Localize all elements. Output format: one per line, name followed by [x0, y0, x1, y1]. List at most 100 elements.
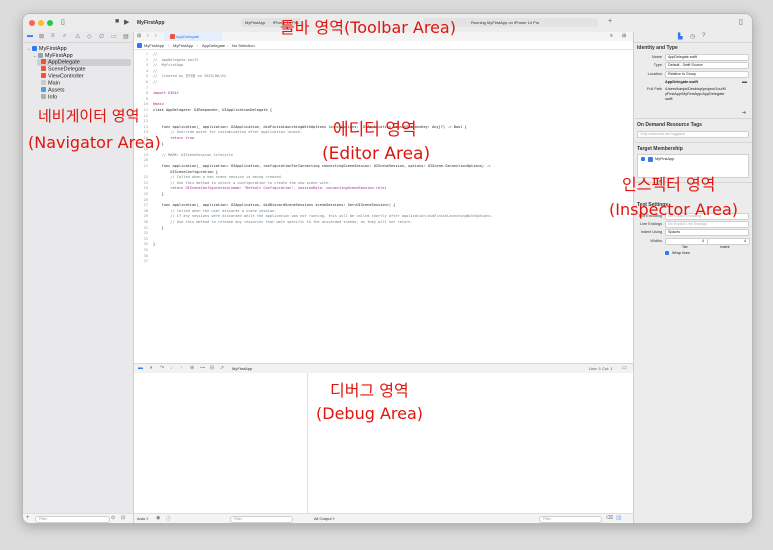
code-line: // MyFirstApp: [153, 63, 184, 68]
indent-width-stepper[interactable]: 4: [707, 238, 750, 245]
zoom-window-button[interactable]: [47, 20, 53, 26]
location-label: Location: [647, 72, 662, 76]
status-text: Running MyFirstApp on iPhone 14 Pro: [471, 20, 540, 25]
nav-item-label: ViewController: [48, 73, 84, 80]
sidebar-toggle-icon[interactable]: ▯: [61, 18, 65, 26]
console-filter-input[interactable]: Filter: [539, 516, 602, 523]
memory-graph-icon[interactable]: ⊶: [200, 365, 205, 371]
line-number: 28: [143, 208, 148, 213]
nav-item-info[interactable]: Info: [41, 94, 57, 101]
file-inspector-icon[interactable]: ▙: [678, 33, 683, 40]
console-output-select[interactable]: All Output ◊: [314, 516, 335, 521]
pause-icon[interactable]: ⏸: [150, 365, 153, 371]
navigator-filter-placeholder: Filter: [39, 517, 47, 521]
navigator-filter-input[interactable]: Filter: [35, 516, 110, 523]
navigator-area: ▬ ⊠ ≡ ⌕ ⚠ ◇ ∅ ▭ ▤ ⌄ MyFirstApp ⌄ MyFirst…: [23, 32, 134, 523]
minimize-window-button[interactable]: [38, 20, 44, 26]
swift-file-icon: [41, 73, 46, 78]
add-icon[interactable]: +: [608, 18, 612, 25]
nav-item-scenedelegate[interactable]: SceneDelegate: [41, 66, 86, 73]
code-editor[interactable]: 1 // 2 // AppDelegate.swift 3 // MyFirstApp 4 /…: [134, 50, 633, 363]
swift-file-icon: [170, 34, 175, 39]
recent-files-icon[interactable]: ⊙: [111, 515, 115, 521]
line-number: 22: [143, 175, 148, 180]
trash-icon[interactable]: ⌫: [606, 515, 613, 521]
report-icon[interactable]: ▤: [123, 33, 129, 40]
variables-filter-input[interactable]: Filter: [230, 516, 293, 523]
line-number: 36: [143, 253, 148, 258]
environment-icon[interactable]: ⊟: [210, 365, 214, 371]
source-control-icon[interactable]: ⊠: [39, 33, 44, 40]
step-in-icon[interactable]: ↓: [170, 365, 173, 371]
line-number: 23: [143, 180, 148, 185]
wrap-lines-checkbox[interactable]: [665, 251, 669, 255]
editor-options-icon[interactable]: ≡: [610, 33, 613, 39]
debug-layout-icon[interactable]: ▭: [622, 365, 627, 371]
run-icon[interactable]: ▶: [124, 18, 129, 26]
folder-icon[interactable]: ▬: [27, 33, 33, 39]
breadcrumb-selection[interactable]: No Selection: [232, 43, 255, 48]
nav-item-assets[interactable]: Assets: [41, 87, 65, 94]
target-checkbox[interactable]: [641, 157, 645, 161]
tab-width-stepper[interactable]: 4: [665, 238, 708, 245]
name-field[interactable]: AppDelegate.swift: [665, 54, 749, 61]
test-icon[interactable]: ◇: [87, 33, 92, 40]
help-inspector-icon[interactable]: ?: [702, 33, 705, 39]
debug-divider[interactable]: [307, 373, 308, 523]
history-inspector-icon[interactable]: ◷: [690, 33, 695, 40]
jump-bar: MyFirstApp › MyFirstApp › AppDelegate › …: [134, 41, 633, 50]
info-icon[interactable]: ⓘ: [166, 515, 171, 522]
indent-using-select[interactable]: Spaces: [665, 229, 749, 236]
line-number: 7: [145, 85, 148, 90]
inspector-toggle-icon[interactable]: ▯: [739, 18, 743, 26]
tree-project[interactable]: ⌄ MyFirstApp: [27, 45, 67, 52]
reveal-arrow-icon[interactable]: ➔: [742, 110, 746, 116]
split-debug-icon[interactable]: ▯▯: [616, 515, 622, 521]
find-icon[interactable]: ⌕: [63, 33, 66, 40]
line-endings-select[interactable]: No Explicit Line Endings: [665, 221, 749, 228]
variables-scope-select[interactable]: Auto ◊: [137, 516, 148, 521]
wrap-lines-label: Wrap lines: [672, 251, 690, 255]
step-over-icon[interactable]: ↷: [160, 365, 164, 371]
issue-icon[interactable]: ⚠: [75, 33, 80, 40]
step-out-icon[interactable]: ↑: [180, 365, 183, 371]
swift-file-icon: [41, 66, 46, 71]
code-line: // Called when a new scene session is be…: [153, 175, 283, 180]
code-line: import UIKit: [153, 91, 179, 96]
nav-item-appdelegate[interactable]: AppDelegate: [37, 59, 131, 66]
line-number: 8: [145, 91, 148, 96]
hide-debug-icon[interactable]: ▬: [138, 365, 143, 371]
close-window-button[interactable]: [29, 20, 35, 26]
code-line: @main: [153, 102, 164, 107]
code-line: func application(_ application: UIApplic…: [153, 203, 396, 208]
breadcrumb-project[interactable]: MyFirstApp: [144, 43, 164, 48]
view-hierarchy-icon[interactable]: ⊕: [190, 365, 194, 371]
nav-item-label: SceneDelegate: [48, 66, 86, 73]
forward-icon[interactable]: ›: [155, 33, 157, 39]
breadcrumb-group[interactable]: MyFirstApp: [173, 43, 193, 48]
type-select[interactable]: Default - Swift Source: [665, 62, 749, 69]
eye-icon[interactable]: ◉: [156, 515, 160, 521]
split-editor-icon[interactable]: ⊞: [622, 33, 626, 39]
location-select[interactable]: Relative to Group: [665, 71, 749, 78]
plist-icon: [41, 94, 46, 99]
related-items-icon[interactable]: ⊞: [137, 33, 141, 39]
nav-item-main[interactable]: Main: [41, 80, 60, 87]
breadcrumb-file[interactable]: AppDelegate: [202, 43, 225, 48]
navigator-annotation-en: (Navigator Area): [28, 133, 161, 152]
stop-icon[interactable]: ■: [115, 18, 119, 25]
scm-filter-icon[interactable]: ⊡: [121, 515, 125, 521]
add-file-icon[interactable]: +: [26, 515, 30, 521]
folder-icon[interactable]: ▬: [742, 79, 747, 85]
tree-group[interactable]: ⌄ MyFirstApp: [33, 52, 73, 59]
debug-icon[interactable]: ∅: [99, 33, 104, 40]
ondemand-tags-field[interactable]: Only resources are taggable: [637, 131, 749, 138]
xcode-window: ▯ ■ ▶ MyFirstApp MyFirstApp iPhone 14 Pr…: [22, 13, 753, 524]
back-icon[interactable]: ‹: [147, 33, 149, 39]
symbol-icon[interactable]: ≡: [51, 33, 55, 39]
breakpoint-icon[interactable]: ▭: [111, 33, 117, 40]
location-icon[interactable]: ➚: [220, 365, 224, 371]
nav-item-viewcontroller[interactable]: ViewController: [41, 73, 84, 80]
line-number: 14: [143, 124, 148, 129]
tab-width-value: 4: [702, 239, 704, 243]
